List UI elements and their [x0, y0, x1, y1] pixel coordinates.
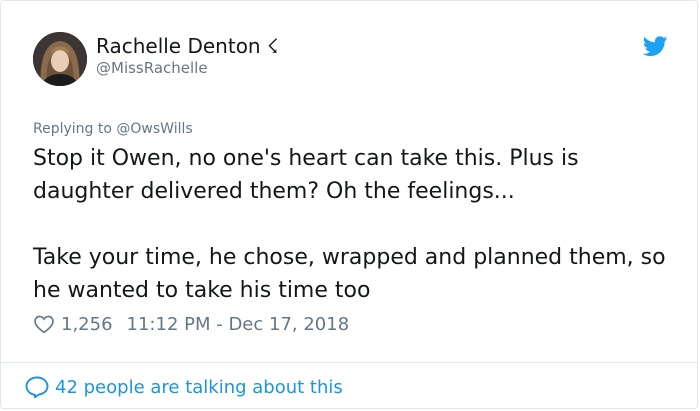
tweet-meta: 1,256 11:12 PM - Dec 17, 2018 — [33, 312, 349, 336]
twitter-bird-icon[interactable] — [643, 36, 668, 57]
heart-outline-icon[interactable] — [33, 313, 55, 335]
tweet-paragraph: Take your time, he chose, wrapped and pl… — [33, 245, 666, 303]
replying-to: Replying to @OwsWills — [33, 121, 193, 137]
tweet-paragraph: Stop it Owen, no one's heart can take th… — [33, 146, 579, 204]
tweet-timestamp[interactable]: 11:12 PM - Dec 17, 2018 — [127, 314, 350, 335]
author-handle[interactable]: @MissRachelle — [96, 59, 208, 77]
avatar[interactable] — [33, 32, 87, 86]
replying-mention-link[interactable]: @OwsWills — [116, 121, 192, 137]
conversation-text: 42 people are talking about this — [55, 376, 343, 398]
speech-bubble-icon — [25, 376, 49, 398]
like-count[interactable]: 1,256 — [61, 314, 113, 335]
replying-prefix: Replying to — [33, 121, 117, 137]
conversation-link[interactable]: 42 people are talking about this — [25, 373, 343, 401]
author-name[interactable]: Rachelle Denton ☇ — [96, 34, 278, 58]
avatar-photo — [33, 32, 87, 86]
divider — [1, 362, 697, 363]
tweet-text: Stop it Owen, no one's heart can take th… — [33, 142, 673, 307]
tweet-card: Rachelle Denton ☇ @MissRachelle Replying… — [0, 0, 698, 409]
